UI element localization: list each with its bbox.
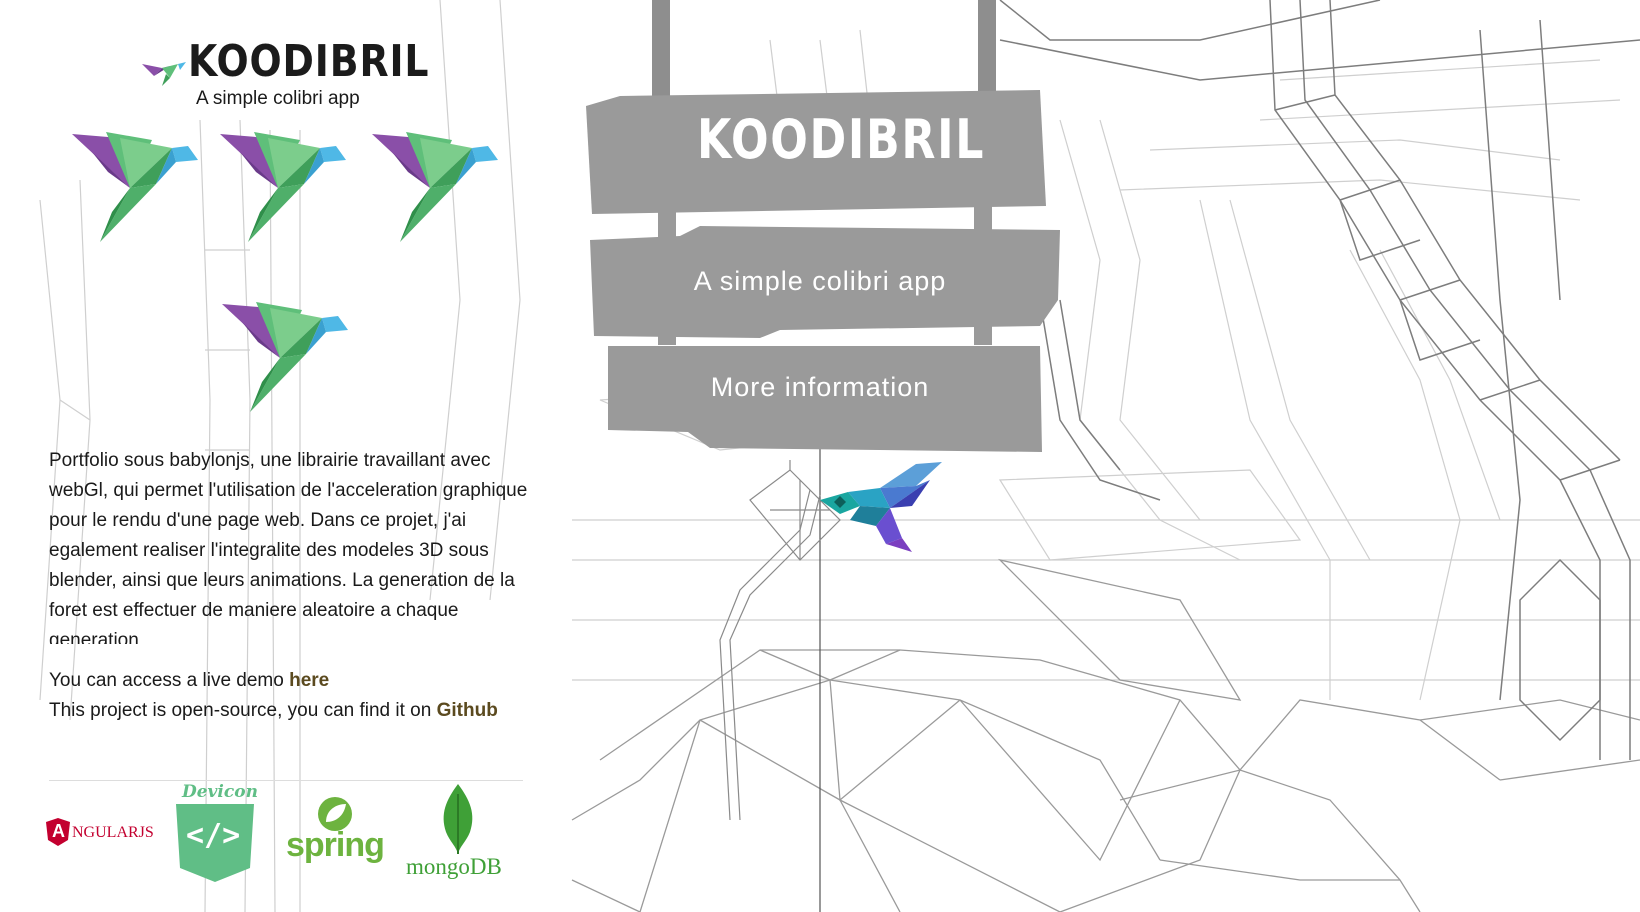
animated-hummingbird-icon xyxy=(820,462,942,552)
brand-header: KOODIBRIL A simple colibri app xyxy=(140,34,440,114)
spring-logo: spring xyxy=(286,796,390,870)
source-line: This project is open-source, you can fin… xyxy=(49,696,529,726)
github-link[interactable]: Github xyxy=(437,700,498,721)
mongodb-leaf-icon xyxy=(443,784,473,854)
demo-line: You can access a live demo here xyxy=(49,666,529,696)
brand-title: KOODIBRIL xyxy=(188,36,430,87)
hummingbird-icon[interactable] xyxy=(222,302,352,414)
project-info-panel: KOODIBRIL A simple colibri app Portfolio… xyxy=(0,0,572,912)
divider xyxy=(49,780,523,781)
angular-letter: A xyxy=(52,821,65,841)
devicon-logo: Devicon </> xyxy=(174,782,258,882)
demo-prefix: You can access a live demo xyxy=(49,670,290,691)
angular-text: NGULARJS xyxy=(72,824,154,841)
hummingbird-icon[interactable] xyxy=(72,132,202,244)
mongodb-logo: mongoDB xyxy=(406,784,516,880)
sign-subtitle[interactable]: A simple colibri app xyxy=(650,266,990,297)
dark-wireframe-ground xyxy=(571,558,1640,912)
more-information-button[interactable]: More information xyxy=(660,372,980,403)
sign-title: KOODIBRIL xyxy=(697,108,986,171)
spring-label: spring xyxy=(286,826,385,864)
hummingbird-icon[interactable] xyxy=(372,132,502,244)
devicon-label: Devicon xyxy=(182,782,258,802)
sign-post-left xyxy=(652,0,670,110)
angularjs-logo: A NGULARJS xyxy=(46,818,154,846)
brand-subtitle: A simple colibri app xyxy=(196,88,360,109)
project-links: You can access a live demo here This pro… xyxy=(49,666,529,726)
dark-wireframe-tree-right xyxy=(999,0,1640,760)
hummingbird-icon[interactable] xyxy=(220,132,350,244)
mongodb-label: mongoDB xyxy=(406,854,502,879)
source-prefix: This project is open-source, you can fin… xyxy=(49,700,437,721)
hummingbird-logo-icon xyxy=(142,62,186,86)
devicon-symbol: </> xyxy=(186,818,241,853)
project-description: Portfolio sous babylonjs, une librairie … xyxy=(49,450,528,644)
demo-link[interactable]: here xyxy=(289,670,329,691)
